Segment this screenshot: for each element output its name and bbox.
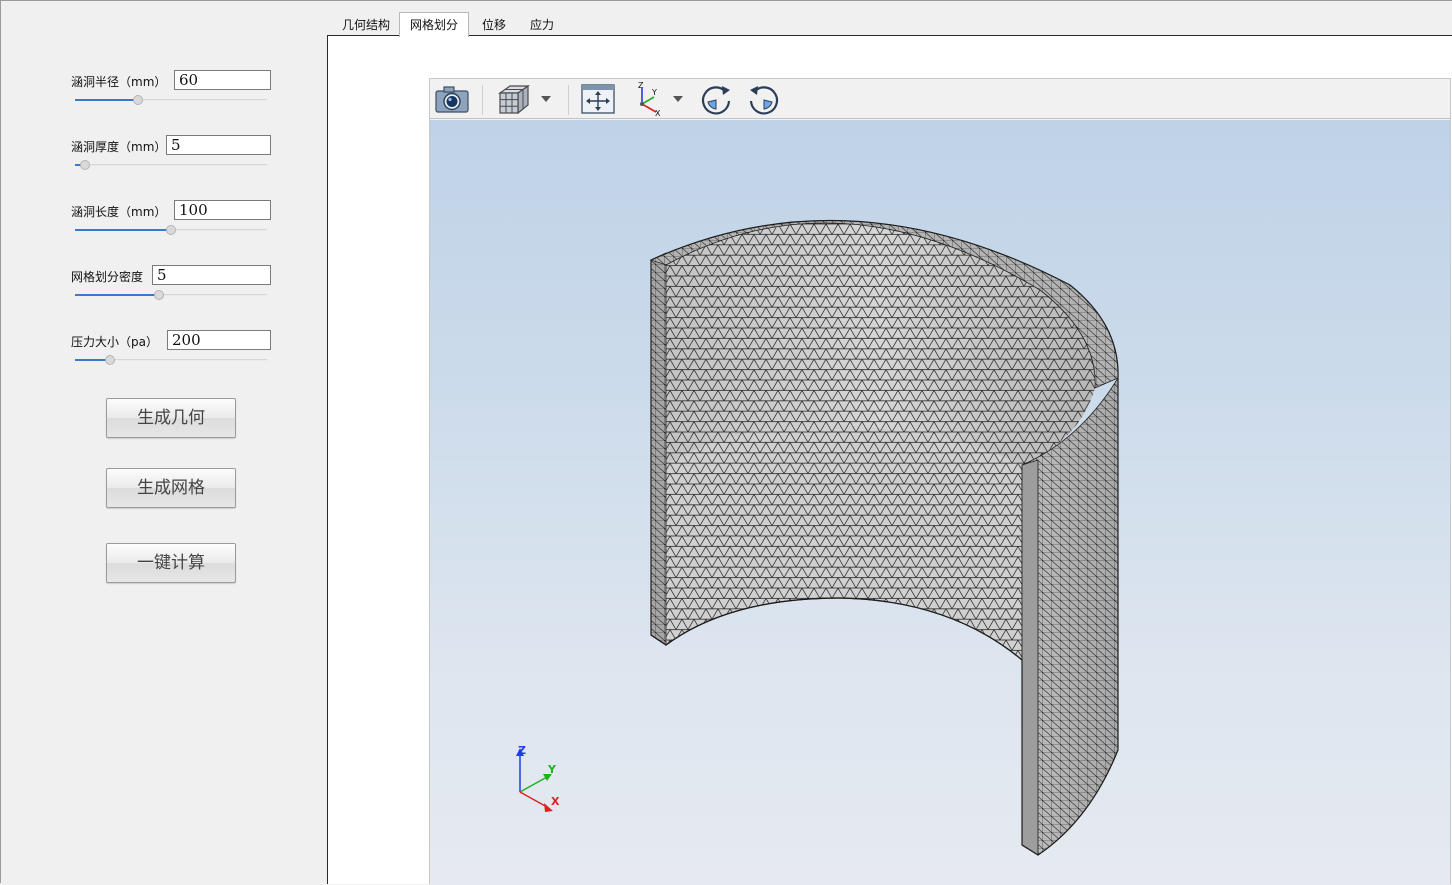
radius-label: 涵洞半径（mm） — [71, 75, 167, 89]
pressure-input[interactable]: 200 — [167, 330, 271, 350]
svg-text:Z: Z — [638, 82, 644, 90]
rotate-ccw-icon[interactable] — [744, 81, 784, 117]
svg-text:Y: Y — [651, 88, 657, 97]
length-label: 涵洞长度（mm） — [71, 205, 167, 219]
mesh-density-input[interactable]: 5 — [152, 265, 271, 285]
axes-view-icon[interactable]: Z Y X — [628, 81, 668, 117]
viewer-toolbar: Z Y X — [430, 79, 1450, 119]
tab-displacement[interactable]: 位移 — [471, 15, 517, 36]
mesh-density-label: 网格划分密度 — [71, 270, 144, 284]
length-input[interactable]: 100 — [174, 200, 271, 220]
mesh-density-slider-fill — [75, 294, 160, 296]
rotate-cw-icon[interactable] — [696, 81, 736, 117]
mesh-density-slider[interactable] — [75, 289, 267, 301]
generate-geometry-button[interactable]: 生成几何 — [106, 398, 236, 438]
length-slider-thumb[interactable] — [166, 225, 176, 235]
tab-mesh[interactable]: 网格划分 — [399, 12, 469, 37]
tab-geometry[interactable]: 几何结构 — [331, 15, 401, 36]
3d-viewer: Z Y X Z Y X — [429, 78, 1451, 885]
thickness-slider[interactable] — [75, 159, 267, 171]
radius-slider[interactable] — [75, 94, 267, 106]
axis-y-label: Y — [547, 763, 557, 776]
camera-icon[interactable] — [432, 81, 472, 117]
thickness-input[interactable]: 5 — [166, 135, 271, 155]
radius-input[interactable]: 60 — [174, 70, 271, 90]
main-window: 涵洞半径（mm） 60 涵洞厚度（mm） 5 涵洞长度（mm） 100 网格划分… — [0, 0, 1452, 885]
3d-viewport[interactable]: Z Y X — [430, 120, 1450, 885]
tab-stress[interactable]: 应力 — [519, 15, 565, 36]
axis-triad: Z Y X — [516, 744, 560, 812]
generate-mesh-button[interactable]: 生成网格 — [106, 468, 236, 508]
axis-x-label: X — [551, 795, 560, 808]
axis-z-label: Z — [518, 744, 526, 757]
fit-all-icon[interactable] — [578, 81, 618, 117]
thickness-slider-thumb[interactable] — [79, 160, 90, 170]
mesh-density-slider-thumb[interactable] — [154, 290, 165, 300]
compute-button[interactable]: 一键计算 — [106, 543, 236, 583]
radius-slider-thumb[interactable] — [133, 95, 144, 105]
pressure-label: 压力大小（pa） — [71, 335, 158, 349]
length-slider-fill — [75, 229, 171, 231]
radius-slider-fill — [75, 99, 139, 101]
length-slider[interactable] — [75, 224, 267, 236]
mesh-model[interactable]: Z Y X — [430, 120, 1450, 885]
view-cube-icon[interactable] — [494, 81, 534, 117]
chevron-down-icon[interactable] — [538, 81, 554, 117]
chevron-down-icon[interactable] — [670, 81, 686, 117]
pressure-slider-thumb[interactable] — [104, 355, 115, 365]
pressure-slider[interactable] — [75, 354, 267, 366]
thickness-label: 涵洞厚度（mm） — [71, 140, 167, 154]
svg-text:X: X — [655, 109, 661, 116]
